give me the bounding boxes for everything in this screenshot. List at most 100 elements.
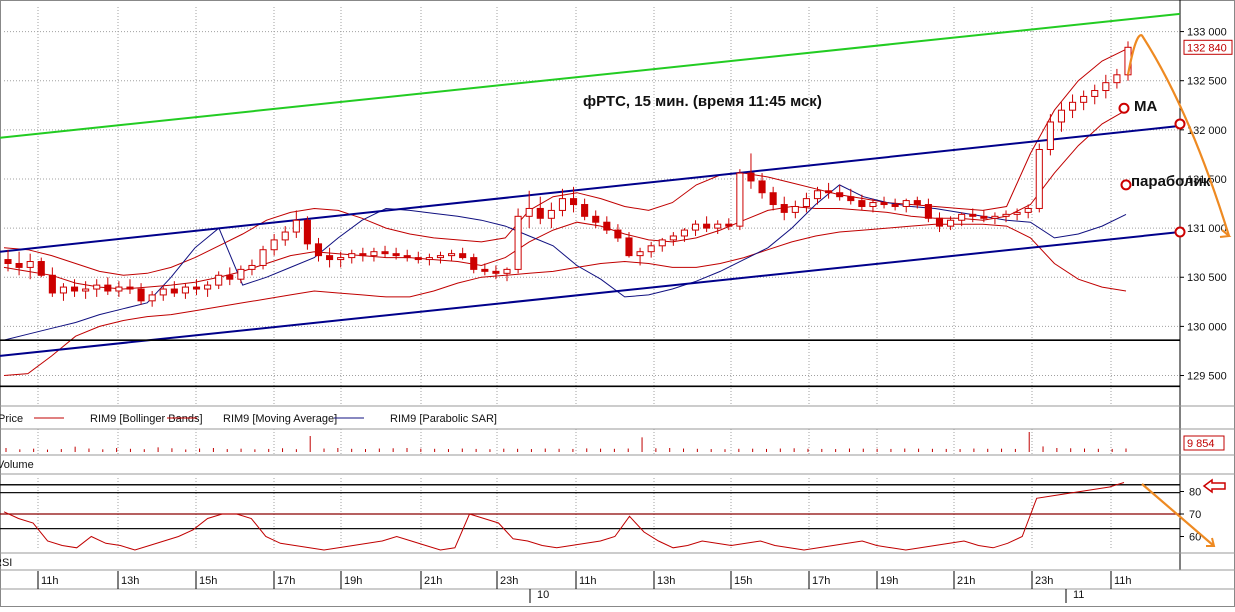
candle-body — [813, 190, 822, 200]
candle-body — [37, 261, 45, 276]
candle-body — [525, 207, 533, 217]
rsi-panel-label: RSI — [0, 557, 12, 569]
price-tick-label: 130 500 — [1187, 272, 1227, 284]
candle-body — [370, 251, 378, 257]
candle-body — [414, 257, 422, 261]
candle-body — [581, 204, 589, 217]
candle-body — [1113, 74, 1121, 84]
last-price-label: 132 840 — [1187, 42, 1227, 54]
candle-body — [1035, 148, 1043, 209]
candle-body — [714, 223, 722, 229]
candle-body — [4, 259, 12, 264]
candle-body — [1024, 207, 1032, 213]
day-label: 11 — [1073, 589, 1084, 601]
candle-body — [1013, 211, 1021, 215]
candle-body — [281, 231, 289, 241]
candle-body — [658, 239, 666, 247]
candle-body — [226, 274, 234, 280]
candle-body — [436, 255, 445, 259]
hour-label: 19h — [880, 575, 898, 587]
candle-body — [326, 255, 334, 261]
candle-body — [891, 204, 899, 207]
candle-body — [348, 253, 356, 259]
candle-body — [126, 286, 134, 290]
price-axis: 133 000132 500132 000131 500131 000130 5… — [1180, 27, 1233, 383]
candle-body — [969, 213, 977, 217]
candle-body — [802, 198, 810, 207]
candle-body — [913, 200, 921, 206]
hour-label: 11h — [1114, 575, 1132, 587]
candle-body — [547, 209, 555, 219]
candle-body — [192, 286, 201, 290]
price-tick-label: 130 000 — [1187, 321, 1227, 333]
hour-label: 17h — [812, 575, 830, 587]
candle-body — [825, 190, 833, 194]
candle-body — [991, 215, 999, 219]
candle-body — [459, 253, 467, 259]
candle-body — [270, 239, 278, 251]
rim9-bollinger-bands-upper-line — [3, 48, 1127, 276]
channel-lower — [0, 231, 1181, 357]
rsi-tick-label: 70 — [1189, 509, 1201, 521]
candle-body — [1046, 121, 1054, 150]
hour-label: 17h — [277, 575, 295, 587]
candle-body — [392, 253, 400, 257]
candle-body — [536, 207, 544, 219]
candle-body — [1069, 101, 1077, 111]
hour-label: 23h — [500, 575, 518, 587]
annotation-marker — [1174, 118, 1186, 130]
hour-label: 23h — [1035, 575, 1053, 587]
candle-body — [1080, 95, 1088, 103]
candle-body — [59, 286, 67, 294]
candle-body — [481, 268, 489, 272]
candle-body — [1091, 90, 1099, 97]
candle-body — [115, 286, 123, 292]
candle-body — [93, 284, 101, 290]
legend-entry: RIM9 [Bollinger Bands] — [90, 413, 203, 425]
candle-body — [170, 288, 178, 294]
volume-panel: 9 854 Volume — [0, 432, 1225, 471]
candle-body — [780, 204, 788, 213]
annotation-marker — [1174, 226, 1186, 238]
hour-label: 19h — [344, 575, 362, 587]
hour-label: 13h — [121, 575, 139, 587]
candle-body — [448, 253, 456, 257]
annotation-marker — [1120, 179, 1132, 191]
candle-body — [703, 223, 711, 229]
candle-body — [847, 196, 855, 202]
candle-body — [48, 274, 56, 294]
candle-body — [636, 251, 644, 257]
candle-body — [836, 192, 844, 198]
candle-body — [237, 268, 245, 280]
candle-body — [292, 219, 300, 233]
candle-body — [902, 200, 910, 207]
candle-body — [736, 172, 744, 227]
candle-body — [503, 268, 511, 274]
hour-label: 15h — [199, 575, 217, 587]
candle-body — [558, 198, 567, 211]
grid — [0, 0, 1235, 607]
candle-body — [425, 257, 433, 261]
candle-body — [725, 223, 733, 227]
candle-body — [747, 172, 755, 182]
hour-label: 11h — [41, 575, 59, 587]
channel-upper — [0, 124, 1181, 253]
candle-body — [614, 229, 622, 239]
candle-body — [980, 215, 988, 219]
candle-body — [492, 270, 500, 274]
candle-body — [403, 255, 411, 259]
candle-body — [26, 261, 34, 268]
candle-body — [137, 288, 145, 302]
legend-entry: Price — [0, 413, 23, 425]
candle-body — [159, 288, 167, 296]
candle-body — [625, 237, 633, 257]
candle-body — [148, 294, 156, 302]
candle-body — [958, 213, 966, 221]
long-term-trend-line — [0, 12, 1181, 139]
candle-body — [1102, 82, 1110, 92]
candle-body — [758, 180, 766, 194]
candle-body — [314, 243, 323, 257]
candle-body — [769, 192, 777, 206]
outer-frame — [0, 0, 1235, 607]
hour-label: 11h — [579, 575, 597, 587]
